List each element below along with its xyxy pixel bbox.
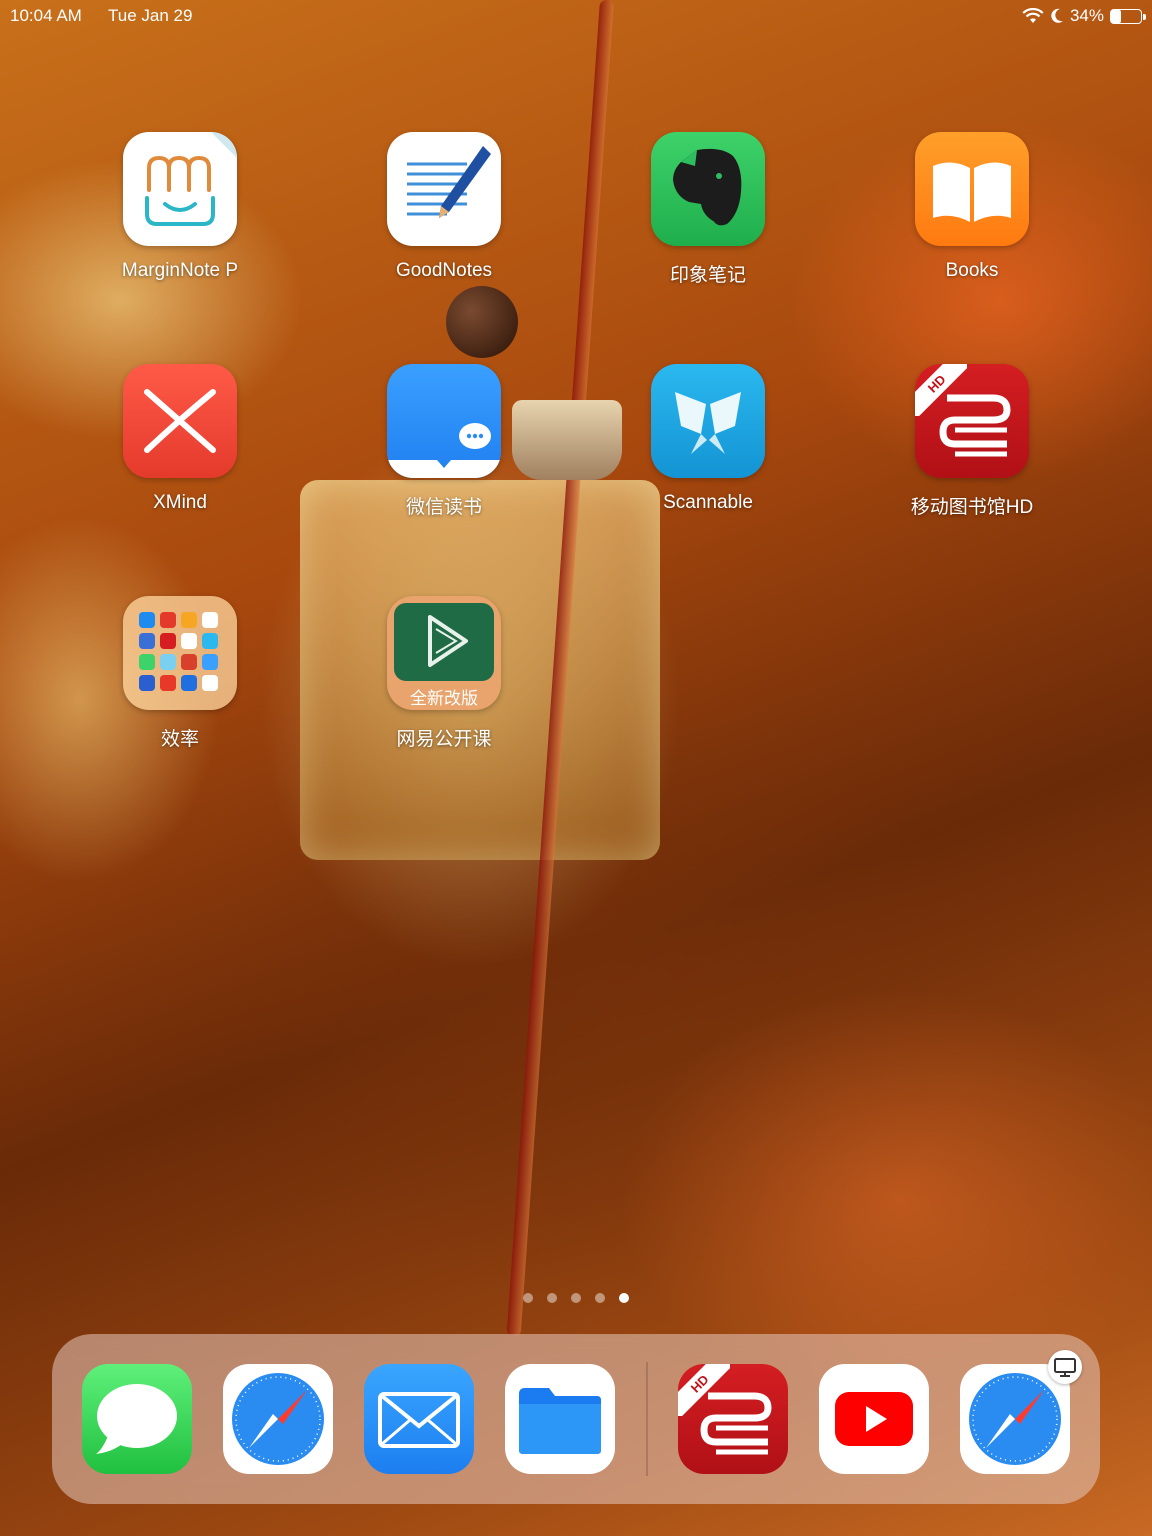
mini-app-icon (202, 675, 218, 691)
goodnotes-icon (387, 132, 501, 246)
youtube-icon[interactable] (819, 1364, 929, 1474)
status-date: Tue Jan 29 (108, 6, 193, 25)
app-label: 印象笔记 (669, 265, 746, 286)
mini-app-icon (160, 633, 176, 649)
wallpaper-bead (446, 286, 518, 358)
app-xmind[interactable]: XMind (100, 364, 260, 514)
app-evernote[interactable]: 印象笔记 (628, 132, 788, 287)
status-bar: 10:04 AM Tue Jan 29 34% (10, 4, 1146, 28)
app-mobile-library[interactable]: HD 移动图书馆HD (892, 364, 1052, 519)
mini-app-icon (139, 654, 155, 670)
mini-app-icon (181, 612, 197, 628)
dock-divider (646, 1362, 648, 1476)
app-label: Books (945, 260, 999, 281)
mini-app-icon (202, 612, 218, 628)
app-label: XMind (153, 492, 207, 513)
desktop-icon (1048, 1350, 1082, 1384)
status-right-group: 34% (1022, 6, 1146, 26)
scannable-icon (651, 364, 765, 478)
battery-percent: 34% (1069, 6, 1104, 25)
folder-mini-grid (139, 612, 218, 691)
books-icon (915, 132, 1029, 246)
app-folder-efficiency[interactable]: 效率 (100, 596, 260, 751)
page-dot-active[interactable] (619, 1293, 629, 1303)
mobile-library-icon: HD (915, 364, 1029, 478)
messages-icon[interactable] (82, 1364, 192, 1474)
wallpaper-pendant-cap (512, 400, 622, 480)
mini-app-icon (139, 675, 155, 691)
mail-icon[interactable] (364, 1364, 474, 1474)
hd-badge: HD (678, 1364, 730, 1416)
app-goodnotes[interactable]: GoodNotes (364, 132, 524, 282)
mini-app-icon (160, 675, 176, 691)
mini-app-icon (160, 612, 176, 628)
dock: HD (52, 1334, 1100, 1504)
page-dot[interactable] (595, 1293, 605, 1303)
files-icon[interactable] (505, 1364, 615, 1474)
evernote-icon (651, 132, 765, 246)
marginnote-icon (123, 132, 237, 246)
status-time: 10:04 AM (10, 6, 82, 25)
app-label: MarginNote P (121, 260, 239, 281)
page-dot[interactable] (523, 1293, 533, 1303)
mobile-library-icon[interactable]: HD (678, 1364, 788, 1474)
folder-icon (123, 596, 237, 710)
mini-app-icon (139, 612, 155, 628)
app-label: 移动图书馆HD (910, 497, 1034, 518)
chalkboard (394, 603, 494, 681)
app-weread[interactable]: 微信读书 (364, 364, 524, 519)
mini-app-icon (181, 675, 197, 691)
mini-app-icon (202, 654, 218, 670)
app-label: Scannable (663, 492, 753, 513)
wifi-icon (1022, 8, 1044, 23)
battery-icon (1110, 8, 1146, 24)
safari-icon[interactable] (223, 1364, 333, 1474)
hd-badge: HD (915, 364, 967, 416)
page-dot[interactable] (547, 1293, 557, 1303)
mini-app-icon (202, 633, 218, 649)
mini-app-icon (139, 633, 155, 649)
weread-icon (387, 364, 501, 478)
mini-app-icon (181, 654, 197, 670)
app-label: 微信读书 (405, 497, 482, 518)
page-dot[interactable] (571, 1293, 581, 1303)
mini-app-icon (181, 633, 197, 649)
app-marginnote[interactable]: MarginNote P (100, 132, 260, 282)
netease-open-course-icon: 全新改版 (387, 596, 501, 710)
app-netease-open-course[interactable]: 全新改版 网易公开课 (364, 596, 524, 751)
app-scannable[interactable]: Scannable (628, 364, 788, 514)
battery-fill (1111, 9, 1122, 23)
mini-app-icon (160, 654, 176, 670)
app-books[interactable]: Books (892, 132, 1052, 282)
app-label: GoodNotes (395, 260, 493, 281)
page-indicator[interactable] (523, 1293, 629, 1303)
app-label: 效率 (160, 729, 199, 750)
app-label: 网易公开课 (396, 729, 492, 750)
xmind-icon (123, 364, 237, 478)
icon-caption: 全新改版 (410, 689, 478, 708)
moon-icon (1051, 8, 1063, 23)
